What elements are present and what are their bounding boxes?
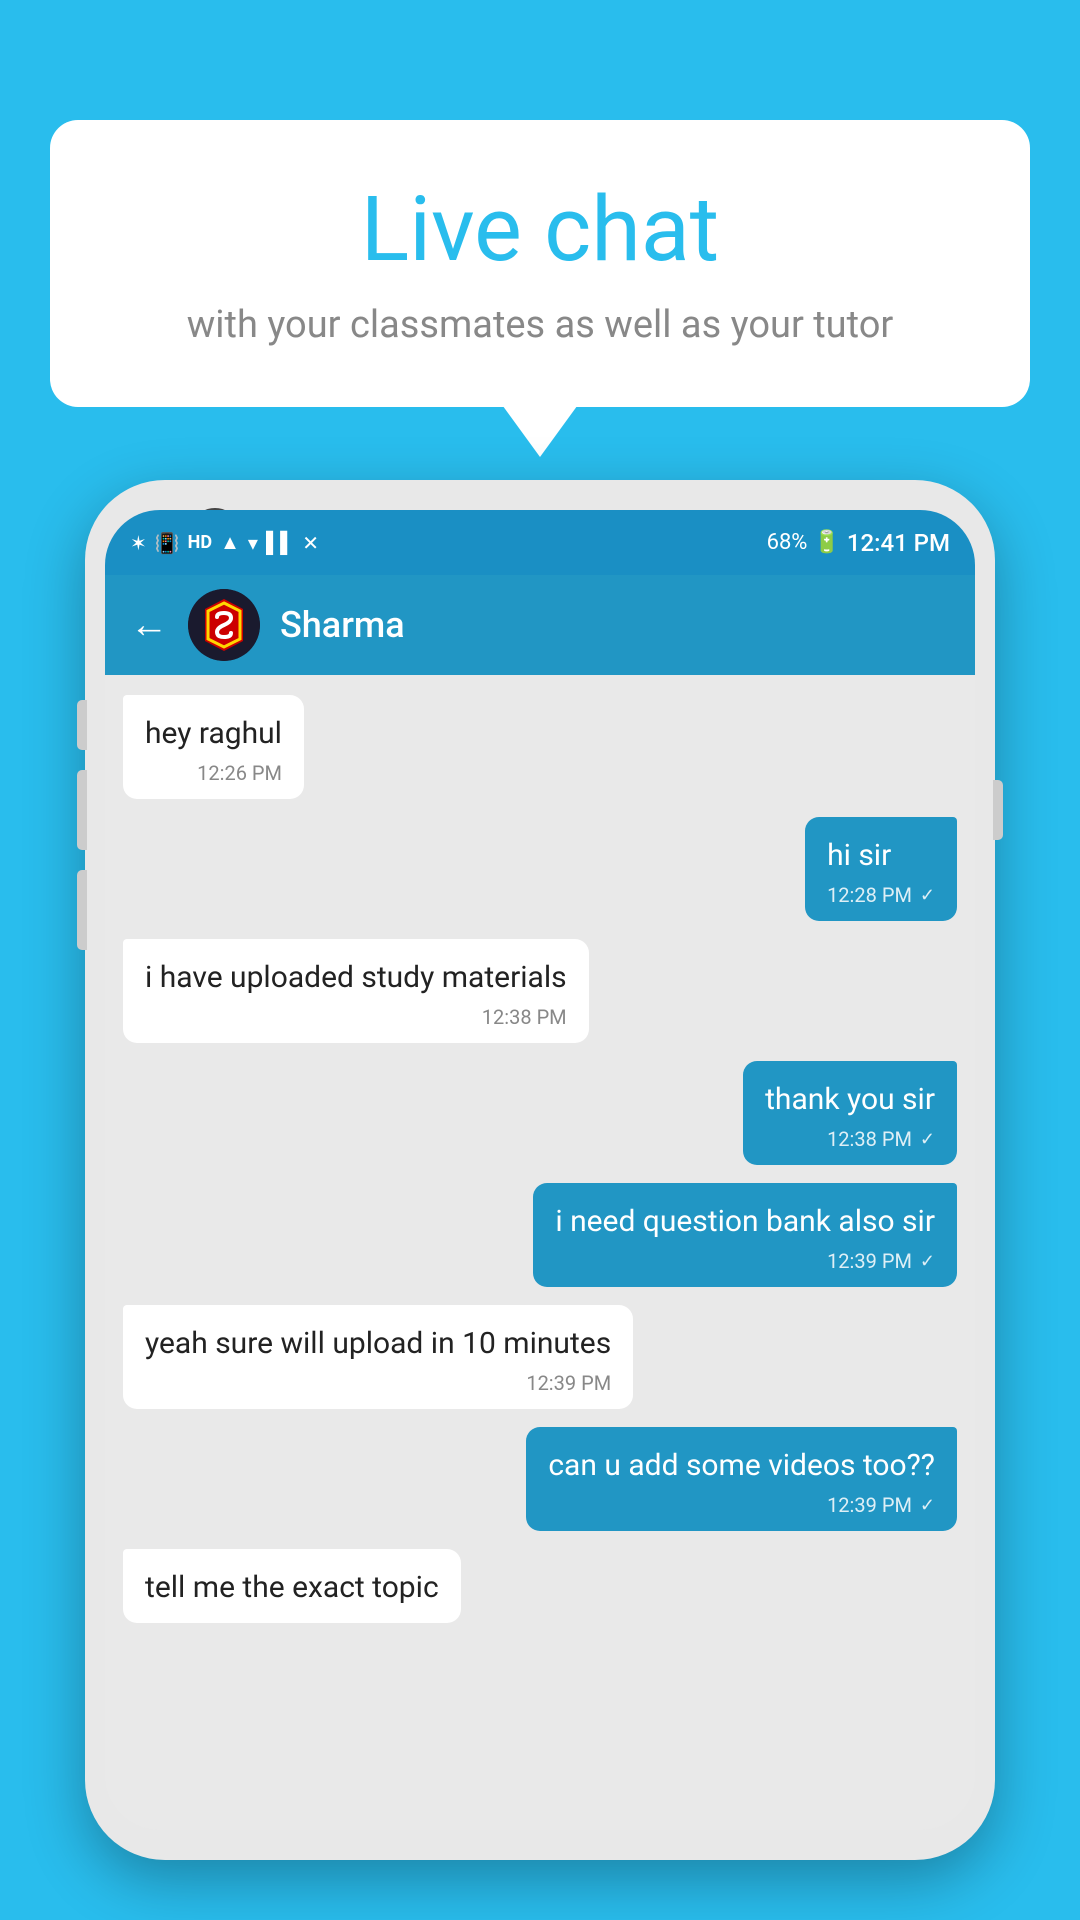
chat-area: hey raghul 12:26 PM hi sir 12:28 PM ✓ i have … <box>105 675 975 1830</box>
phone-mute-button <box>77 870 87 950</box>
battery-icon: 🔋 <box>813 530 840 555</box>
message-meta: 12:39 PM ✓ <box>555 1249 935 1273</box>
message-bubble: yeah sure will upload in 10 minutes 12:39… <box>123 1305 633 1409</box>
live-chat-title: Live chat <box>120 180 960 279</box>
message-bubble: hi sir 12:28 PM ✓ <box>805 817 957 921</box>
message-text: i have uploaded study materials <box>145 957 567 999</box>
message-time: 12:28 PM <box>827 883 912 907</box>
message-text: hey raghul <box>145 713 282 755</box>
message-time: 12:39 PM <box>827 1493 912 1517</box>
message-time: 12:39 PM <box>526 1371 611 1395</box>
message-time: 12:38 PM <box>827 1127 912 1151</box>
contact-name: Sharma <box>280 604 405 646</box>
phone-mockup: ✶ 📳 HD ▲ ▾ ▌▌ ✕ 68% 🔋 12:41 PM ← <box>85 480 995 1920</box>
message-bubble: tell me the exact topic <box>123 1549 461 1623</box>
message-row: hi sir 12:28 PM ✓ <box>123 817 957 921</box>
message-text: tell me the exact topic <box>145 1567 439 1609</box>
hd-icon: HD <box>188 532 212 553</box>
signal-up-icon: ▲ <box>220 530 240 555</box>
message-row: tell me the exact topic <box>123 1549 957 1623</box>
message-meta: 12:39 PM <box>145 1371 611 1395</box>
message-meta: 12:28 PM ✓ <box>827 883 935 907</box>
message-meta: 12:39 PM ✓ <box>548 1493 935 1517</box>
message-check-icon: ✓ <box>920 1129 935 1150</box>
message-row: thank you sir 12:38 PM ✓ <box>123 1061 957 1165</box>
message-text: thank you sir <box>765 1079 935 1121</box>
message-row: hey raghul 12:26 PM <box>123 695 957 799</box>
message-bubble: hey raghul 12:26 PM <box>123 695 304 799</box>
status-bar: ✶ 📳 HD ▲ ▾ ▌▌ ✕ 68% 🔋 12:41 PM <box>105 510 975 575</box>
avatar <box>188 589 260 661</box>
message-time: 12:26 PM <box>197 761 282 785</box>
message-text: yeah sure will upload in 10 minutes <box>145 1323 611 1365</box>
message-check-icon: ✓ <box>920 1251 935 1272</box>
message-text: can u add some videos too?? <box>548 1445 935 1487</box>
message-bubble: can u add some videos too?? 12:39 PM ✓ <box>526 1427 957 1531</box>
message-time: 12:39 PM <box>827 1249 912 1273</box>
battery-percent: 68% <box>767 530 808 555</box>
phone-power-button <box>993 780 1003 840</box>
phone-outer: ✶ 📳 HD ▲ ▾ ▌▌ ✕ 68% 🔋 12:41 PM ← <box>85 480 995 1860</box>
phone-screen: ✶ 📳 HD ▲ ▾ ▌▌ ✕ 68% 🔋 12:41 PM ← <box>105 510 975 1830</box>
message-row: i have uploaded study materials 12:38 PM <box>123 939 957 1043</box>
message-row: i need question bank also sir 12:39 PM ✓ <box>123 1183 957 1287</box>
message-text: hi sir <box>827 835 935 877</box>
status-time: 12:41 PM <box>847 529 950 557</box>
message-text: i need question bank also sir <box>555 1201 935 1243</box>
phone-volume-down-button <box>77 770 87 850</box>
message-bubble: i have uploaded study materials 12:38 PM <box>123 939 589 1043</box>
bluetooth-icon: ✶ <box>130 531 147 555</box>
status-icons-left: ✶ 📳 HD ▲ ▾ ▌▌ ✕ <box>130 530 319 555</box>
wifi-icon: ▾ <box>248 531 258 555</box>
message-check-icon: ✓ <box>920 1495 935 1516</box>
message-bubble: i need question bank also sir 12:39 PM ✓ <box>533 1183 957 1287</box>
message-meta: 12:38 PM <box>145 1005 567 1029</box>
x-icon: ✕ <box>302 531 319 555</box>
live-chat-subtitle: with your classmates as well as your tut… <box>120 299 960 352</box>
message-meta: 12:26 PM <box>145 761 282 785</box>
message-check-icon: ✓ <box>920 885 935 906</box>
signal-bars-icon: ▌▌ <box>266 530 294 555</box>
status-icons-right: 68% 🔋 12:41 PM <box>767 529 950 557</box>
message-bubble: thank you sir 12:38 PM ✓ <box>743 1061 957 1165</box>
message-time: 12:38 PM <box>482 1005 567 1029</box>
message-row: yeah sure will upload in 10 minutes 12:39… <box>123 1305 957 1409</box>
speech-bubble-container: Live chat with your classmates as well a… <box>50 120 1030 407</box>
back-button[interactable]: ← <box>130 603 168 647</box>
speech-bubble: Live chat with your classmates as well a… <box>50 120 1030 407</box>
chat-header: ← Sharma <box>105 575 975 675</box>
vibrate-icon: 📳 <box>155 531 180 555</box>
phone-volume-up-button <box>77 700 87 750</box>
message-row: can u add some videos too?? 12:39 PM ✓ <box>123 1427 957 1531</box>
message-meta: 12:38 PM ✓ <box>765 1127 935 1151</box>
